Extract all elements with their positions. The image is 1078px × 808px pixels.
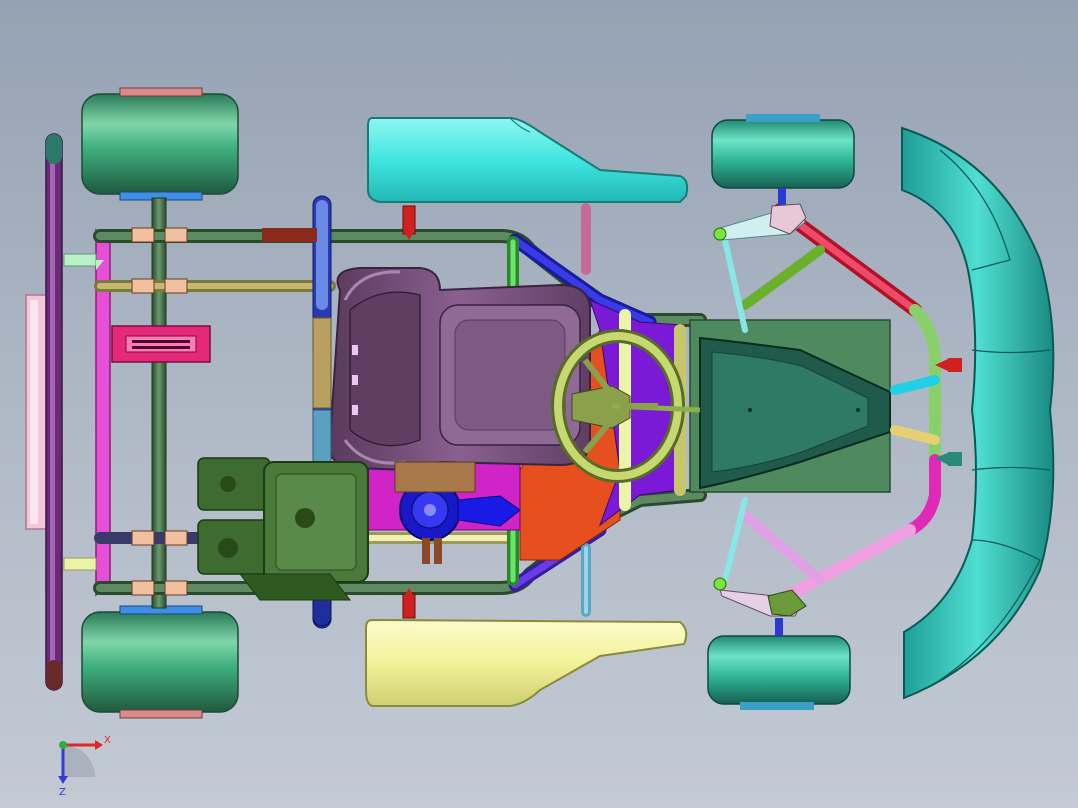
sidepod-front[interactable] [367,117,689,240]
front-wheel-right[interactable] [707,618,851,710]
x-axis-arrowhead [95,740,103,750]
front-nose[interactable] [901,126,1055,700]
sidepod-rear[interactable] [365,588,688,707]
steering-knuckle-left[interactable] [713,203,807,241]
engine[interactable] [197,457,369,601]
floor-tray[interactable] [689,319,891,493]
rear-wheel-left[interactable] [81,87,239,201]
rear-bumper[interactable] [25,133,63,691]
cad-viewport[interactable]: X Z [0,0,1078,808]
z-axis-arrowhead [58,776,68,784]
brake-disc[interactable] [111,325,211,363]
rear-axle[interactable] [151,197,167,609]
seat[interactable] [328,267,591,472]
z-axis-label: Z [59,787,66,798]
steering-knuckle-right[interactable] [713,577,807,617]
x-axis-label: X [104,735,111,746]
front-wheel-left[interactable] [711,114,855,206]
rear-wheel-right[interactable] [81,605,239,719]
coordinate-triad: X Z [58,735,111,798]
y-axis-dot [59,741,67,749]
